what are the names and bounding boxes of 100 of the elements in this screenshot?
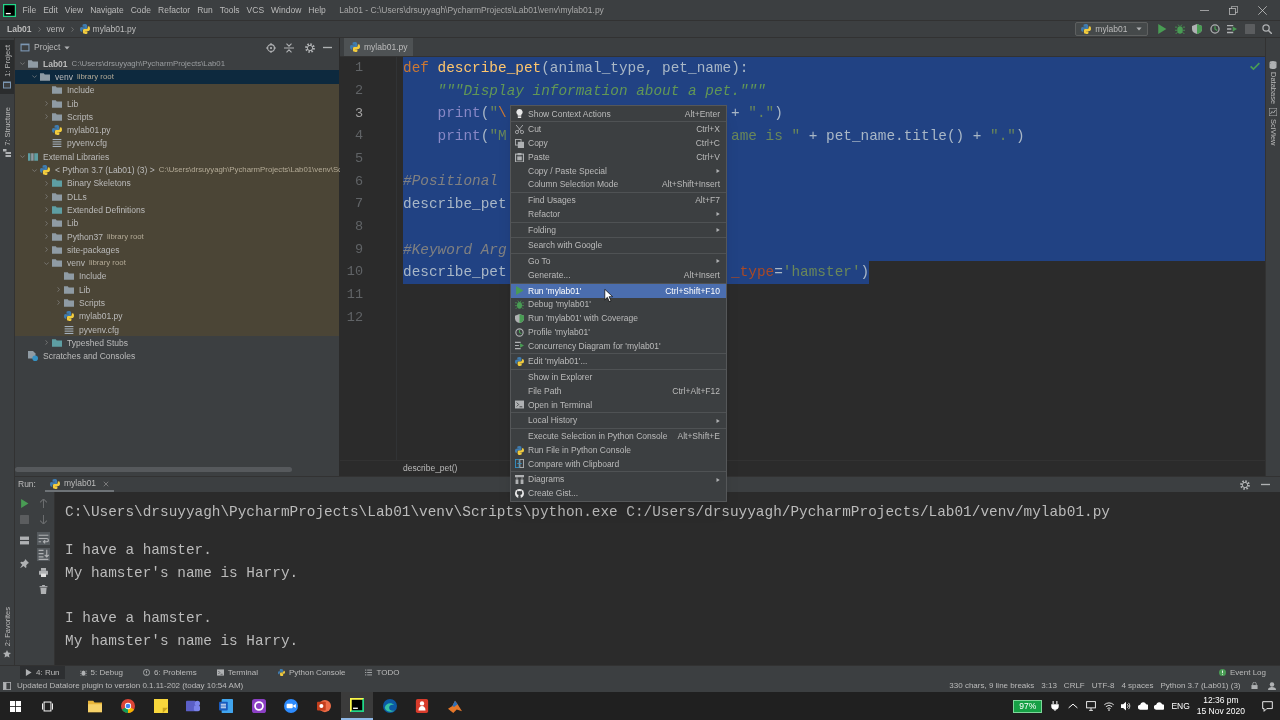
- breadcrumb-item[interactable]: Lab01: [7, 22, 32, 36]
- menu-item[interactable]: Run File in Python Console: [511, 443, 726, 457]
- menu-item[interactable]: Refactor: [511, 207, 726, 221]
- menu-item[interactable]: Show Context Actions Alt+Enter: [511, 107, 726, 121]
- wifi-icon[interactable]: [1104, 701, 1115, 711]
- tree-row[interactable]: site-packages: [15, 243, 339, 257]
- tree-row[interactable]: Scratches and Consoles: [15, 349, 339, 363]
- menu-bar-item[interactable]: Edit: [39, 3, 62, 17]
- menu-bar-item[interactable]: VCS: [243, 3, 268, 17]
- menu-item[interactable]: Paste Ctrl+V: [511, 150, 726, 164]
- folder-icon: [52, 98, 62, 109]
- tree-row[interactable]: Scripts: [15, 296, 339, 310]
- menu-item[interactable]: Go To: [511, 254, 726, 269]
- menu-item[interactable]: Open in Terminal: [511, 398, 726, 412]
- status-bar-field[interactable]: UTF-8: [1088, 679, 1118, 692]
- menu-bar-item[interactable]: Navigate: [86, 3, 128, 17]
- menu-bar-item[interactable]: File: [19, 3, 40, 17]
- menu-item[interactable]: Find Usages Alt+F7: [511, 193, 726, 208]
- menu-item[interactable]: Profile 'mylab01': [511, 325, 726, 339]
- project-view-dropdown[interactable]: Project: [20, 41, 71, 54]
- figure-tile-icon: [415, 699, 430, 713]
- tree-row[interactable]: Lib: [15, 283, 339, 297]
- tool-window-button[interactable]: Terminal: [211, 666, 263, 679]
- menu-item[interactable]: Folding: [511, 223, 726, 237]
- cloud-icon[interactable]: [1138, 701, 1149, 711]
- status-bar-field[interactable]: 3:13: [1037, 679, 1061, 692]
- breadcrumb-item[interactable]: mylab01.py: [79, 22, 136, 36]
- tool-window-button[interactable]: Python Console: [272, 666, 351, 679]
- plug-icon[interactable]: [1050, 701, 1061, 711]
- chevron-up-icon[interactable]: [1068, 701, 1079, 711]
- menu-item[interactable]: Column Selection Mode Alt+Shift+Insert: [511, 177, 726, 192]
- menu-bar-item[interactable]: Help: [304, 3, 330, 17]
- status-bar-field[interactable]: 4 spaces: [1117, 679, 1157, 692]
- menu-item[interactable]: Debug 'mylab01': [511, 297, 726, 312]
- tool-window-button[interactable]: TODO: [360, 666, 405, 679]
- stop-icon: [1244, 24, 1255, 34]
- shield-icon: [1192, 24, 1203, 34]
- cloud-icon[interactable]: [1154, 701, 1165, 711]
- status-bar-field[interactable]: 330 chars, 9 line breaks: [945, 679, 1038, 692]
- menu-item[interactable]: Cut Ctrl+X: [511, 122, 726, 137]
- menu-bar-item[interactable]: Tools: [216, 3, 244, 17]
- menu-item[interactable]: Run 'mylab01' Ctrl+Shift+F10: [511, 284, 726, 298]
- menu-bar-item[interactable]: Window: [267, 3, 305, 17]
- tree-row[interactable]: Typeshed Stubs: [15, 336, 339, 350]
- menu-item[interactable]: File Path Ctrl+Alt+F12: [511, 384, 726, 398]
- panel-toggle-icon: [3, 681, 11, 690]
- clock-icon: [1209, 24, 1220, 34]
- event-log-button[interactable]: Event Log: [1218, 666, 1266, 679]
- run-configuration-dropdown[interactable]: mylab01: [1075, 22, 1148, 36]
- tool-window-button[interactable]: 5: Debug: [74, 666, 129, 679]
- caret-icon: [1135, 26, 1142, 32]
- menu-item[interactable]: Create Gist...: [511, 486, 726, 501]
- menu-item[interactable]: Copy Ctrl+C: [511, 136, 726, 151]
- compare-icon: [515, 459, 524, 469]
- horizontal-scrollbar[interactable]: [15, 467, 292, 472]
- python-logo-icon: [49, 478, 60, 489]
- tree-row[interactable]: External Libraries: [15, 150, 339, 164]
- tree-item-label: Lib: [67, 217, 79, 230]
- tool-window-button[interactable]: 6: Problems: [138, 666, 202, 679]
- editor-tab[interactable]: mylab01.py: [344, 38, 414, 56]
- menu-bar-item[interactable]: Refactor: [154, 3, 194, 17]
- taskbar-app-button[interactable]: [340, 692, 374, 720]
- close-icon: [103, 480, 110, 487]
- menu-item[interactable]: Copy / Paste Special: [511, 164, 726, 178]
- tool-window-button[interactable]: 4: Run: [20, 666, 65, 679]
- menu-bar-item[interactable]: Run: [193, 3, 217, 17]
- menu-item[interactable]: Concurrency Diagram for 'mylab01': [511, 339, 726, 353]
- status-bar-field[interactable]: Python 3.7 (Lab01) (3): [1156, 679, 1244, 692]
- keyboard-shortcut: Ctrl+Shift+F10: [665, 284, 720, 298]
- tree-item-label: Binary Skeletons: [67, 177, 131, 190]
- language-indicator[interactable]: ENG: [1171, 699, 1190, 713]
- tree-row[interactable]: Extended Definitions: [15, 203, 339, 217]
- menu-item[interactable]: Execute Selection in Python Console Alt+Shift+E: [511, 429, 726, 444]
- breadcrumb-item[interactable]: describe_pet(): [403, 462, 458, 475]
- monitor-icon[interactable]: [1086, 701, 1097, 711]
- menu-bar-item[interactable]: Code: [127, 3, 155, 17]
- keyboard-shortcut: Ctrl+Alt+F12: [672, 384, 720, 398]
- folder-icon: [28, 58, 38, 69]
- scroll-to-end-button[interactable]: [35, 546, 52, 562]
- tree-item-label: venv: [67, 257, 85, 270]
- menu-item[interactable]: Generate... Alt+Insert: [511, 268, 726, 282]
- menu-item[interactable]: Run 'mylab01' with Coverage: [511, 311, 726, 326]
- speaker-icon[interactable]: [1121, 701, 1132, 711]
- wave-logo-icon: [382, 699, 397, 713]
- soft-wrap-button[interactable]: [35, 530, 52, 546]
- tree-row[interactable]: Scripts: [15, 110, 339, 124]
- code-text: ame is " + pet_name.title() + "."): [731, 127, 1025, 147]
- menu-item[interactable]: Compare with Clipboard: [511, 457, 726, 471]
- tree-row[interactable]: mylab01.py: [15, 123, 339, 137]
- line-number: 12: [346, 308, 363, 327]
- clock-button[interactable]: 12:36 pm 15 Nov 2020: [1193, 695, 1248, 717]
- menu-bar-item[interactable]: View: [61, 3, 87, 17]
- split-window-icon: [20, 535, 29, 545]
- menu-item[interactable]: Diagrams: [511, 472, 726, 487]
- menu-item[interactable]: Search with Google: [511, 238, 726, 253]
- menu-item[interactable]: Local History: [511, 413, 726, 428]
- status-bar-field[interactable]: CRLF: [1060, 679, 1089, 692]
- menu-item[interactable]: Show in Explorer: [511, 370, 726, 385]
- menu-item[interactable]: Edit 'mylab01'...: [511, 354, 726, 369]
- breadcrumb-item[interactable]: venv: [46, 22, 65, 36]
